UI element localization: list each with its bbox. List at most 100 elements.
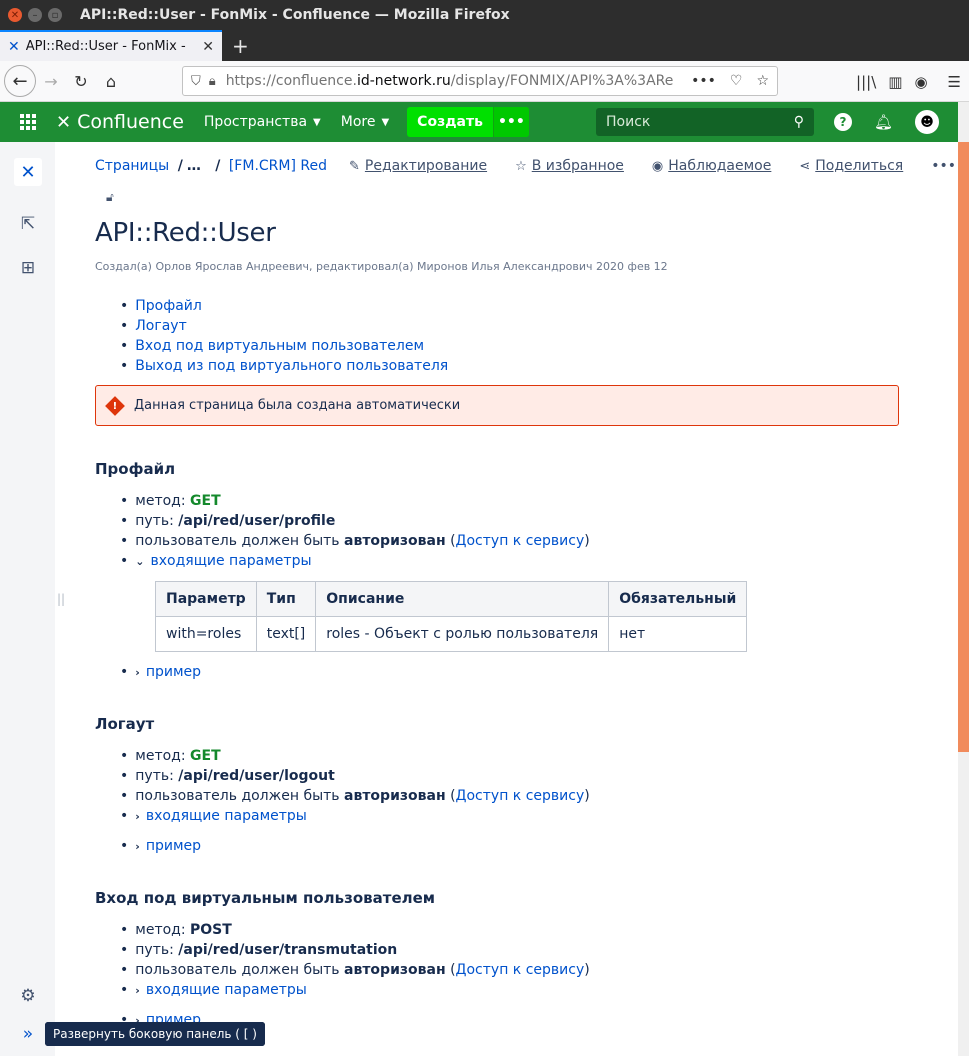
table-cell: with=roles	[155, 616, 257, 652]
list-item: пользователь должен быть авторизован (До…	[120, 960, 589, 980]
section-heading-profile: Профайл	[95, 460, 176, 478]
home-icon[interactable]: ⌂	[96, 66, 126, 96]
browser-navbar: ← → ↻ ⌂ ⛉ 🔒︎ https://confluence.id-networ…	[0, 61, 969, 102]
url-bar[interactable]: ⛉ 🔒︎ https://confluence.id-network.ru/dis…	[182, 66, 778, 96]
list-item: путь: /api/red/user/transmutation	[120, 940, 590, 960]
lock-icon[interactable]: 🔒︎	[209, 74, 216, 89]
chevron-right-icon: ›	[135, 665, 140, 679]
edit-button[interactable]: ✎ Редактирование	[349, 158, 487, 174]
list-item: пользователь должен быть авторизован (До…	[120, 531, 589, 551]
table-row: with=roles text[] roles - Объект с ролью…	[155, 616, 748, 652]
library-icon[interactable]: |||\	[856, 73, 876, 91]
breadcrumb-parent-link[interactable]: [FM.CRM] Red	[229, 158, 327, 174]
forward-icon[interactable]: →	[36, 66, 66, 96]
favorite-button[interactable]: ☆ В избранное	[515, 158, 624, 174]
hamburger-menu-icon[interactable]: ☰	[948, 73, 961, 91]
section-logout-list: метод: GET путь: /api/red/user/logout по…	[120, 746, 590, 826]
confluence-logo[interactable]: ✕ Confluence	[56, 111, 184, 133]
list-item: метод: POST	[120, 920, 590, 940]
window-close-button[interactable]: ✕	[8, 8, 22, 22]
toc-item: Профайл	[120, 296, 448, 316]
search-input[interactable]: Поиск ⚲	[596, 108, 814, 136]
toc-item: Логаут	[120, 316, 448, 336]
gear-icon[interactable]: ⚙	[14, 982, 42, 1010]
page-tree-icon[interactable]: ⊞	[14, 254, 42, 282]
tab-strip: ✕ API::Red::User - FonMix - ✕ +	[0, 30, 969, 61]
breadcrumb: Страницы /… / [FM.CRM] Red	[95, 158, 327, 174]
back-icon[interactable]: ←	[4, 65, 36, 97]
new-tab-icon[interactable]: +	[232, 30, 249, 61]
params-expander[interactable]: ›входящие параметры	[120, 980, 590, 1000]
section-heading-transmutation: Вход под виртуальным пользователем	[95, 889, 436, 907]
table-cell: roles - Объект с ролью пользователя	[315, 616, 610, 652]
window-title: API::Red::User - FonMix - Confluence — M…	[80, 7, 510, 23]
restrictions-lock-icon[interactable]: 🔓︎	[106, 190, 114, 205]
watch-button[interactable]: ◉ Наблюдаемое	[652, 158, 771, 174]
scrollbar-thumb[interactable]	[958, 142, 969, 752]
service-access-link[interactable]: Доступ к сервису	[456, 533, 585, 549]
page-actions-icon[interactable]: •••	[691, 73, 716, 89]
example-expander[interactable]: ›пример	[120, 836, 201, 856]
breadcrumb-ellipsis[interactable]: …	[187, 158, 201, 174]
toc-item: Вход под виртуальным пользователем	[120, 336, 448, 356]
pencil-icon: ✎	[349, 158, 360, 174]
external-link-icon[interactable]: ⇱	[14, 210, 42, 238]
star-icon: ☆	[515, 158, 527, 174]
chevron-right-icon: ›	[135, 839, 140, 853]
space-logo-icon[interactable]: ✕	[14, 158, 42, 186]
sidebar-resize-handle[interactable]: ||	[57, 592, 65, 606]
create-button[interactable]: Создать	[407, 114, 493, 130]
chevron-right-icon: ›	[135, 983, 140, 997]
page-title: API::Red::User	[95, 218, 276, 248]
page-actions: ✎ Редактирование ☆ В избранное ◉ Наблюдаемо…	[349, 158, 969, 174]
list-item: пользователь должен быть авторизован (До…	[120, 786, 589, 806]
example-expander[interactable]: ›пример	[120, 662, 201, 682]
breadcrumb-pages-link[interactable]: Страницы	[95, 158, 169, 174]
chevron-down-icon: ▼	[381, 116, 390, 128]
section-profile-list: метод: GET путь: /api/red/user/profile п…	[120, 491, 590, 571]
account-icon[interactable]: ◉	[914, 73, 927, 91]
search-icon[interactable]: ⚲	[794, 114, 804, 130]
help-icon[interactable]: ?	[834, 113, 852, 131]
confluence-header: ✕ Confluence Пространства ▼ More ▼ Создать…	[0, 102, 969, 142]
list-item: путь: /api/red/user/logout	[120, 766, 590, 786]
share-icon: ⋖	[799, 158, 811, 174]
list-item: путь: /api/red/user/profile	[120, 511, 590, 531]
table-cell: text[]	[255, 616, 317, 652]
expand-sidebar-icon[interactable]: »	[14, 1020, 42, 1048]
table-header: Параметр	[155, 581, 257, 617]
sidebar-toggle-icon[interactable]: ▥	[888, 73, 902, 91]
error-icon: !	[105, 395, 125, 416]
reload-icon[interactable]: ↻	[66, 66, 96, 96]
app-switcher-icon[interactable]	[20, 114, 36, 130]
service-access-link[interactable]: Доступ к сервису	[456, 788, 585, 804]
service-access-link[interactable]: Доступ к сервису	[456, 962, 585, 978]
list-item: метод: GET	[120, 746, 590, 766]
more-menu[interactable]: More ▼	[341, 114, 389, 130]
notifications-icon[interactable]: 🔔︎	[874, 113, 893, 131]
window-maximize-button[interactable]: ▫	[48, 8, 62, 22]
shield-icon[interactable]: ⛉	[191, 74, 201, 89]
params-expander[interactable]: ›входящие параметры	[120, 806, 590, 826]
eye-icon: ◉	[651, 158, 664, 174]
create-more-button[interactable]: •••	[492, 107, 529, 137]
section-profile-example: ›пример	[120, 662, 201, 682]
section-transmutation-list: метод: POST путь: /api/red/user/transmut…	[120, 920, 590, 1000]
bookmark-star-icon[interactable]: ☆	[756, 73, 769, 89]
url-text[interactable]: https://confluence.id-network.ru/display…	[226, 73, 691, 89]
tab-title: API::Red::User - FonMix -	[25, 39, 186, 54]
tab-close-icon[interactable]: ✕	[202, 39, 214, 55]
params-expander[interactable]: ⌄входящие параметры	[120, 551, 590, 571]
avatar[interactable]: ☻	[915, 110, 940, 134]
expand-sidebar-tooltip-overlay: Развернуть боковую панель ( [ )	[45, 1022, 265, 1046]
spaces-menu[interactable]: Пространства ▼	[204, 114, 321, 130]
table-header: Описание	[315, 581, 610, 617]
share-button[interactable]: ⋖ Поделиться	[799, 158, 903, 174]
more-actions-button[interactable]: •••	[931, 158, 956, 174]
window-minimize-button[interactable]: –	[28, 8, 42, 22]
browser-tab[interactable]: ✕ API::Red::User - FonMix - ✕	[0, 30, 222, 61]
pocket-icon[interactable]: ♡	[730, 73, 743, 89]
table-cell: нет	[608, 616, 748, 652]
table-of-contents: Профайл Логаут Вход под виртуальным поль…	[120, 296, 448, 376]
confluence-favicon-icon: ✕	[8, 38, 20, 55]
